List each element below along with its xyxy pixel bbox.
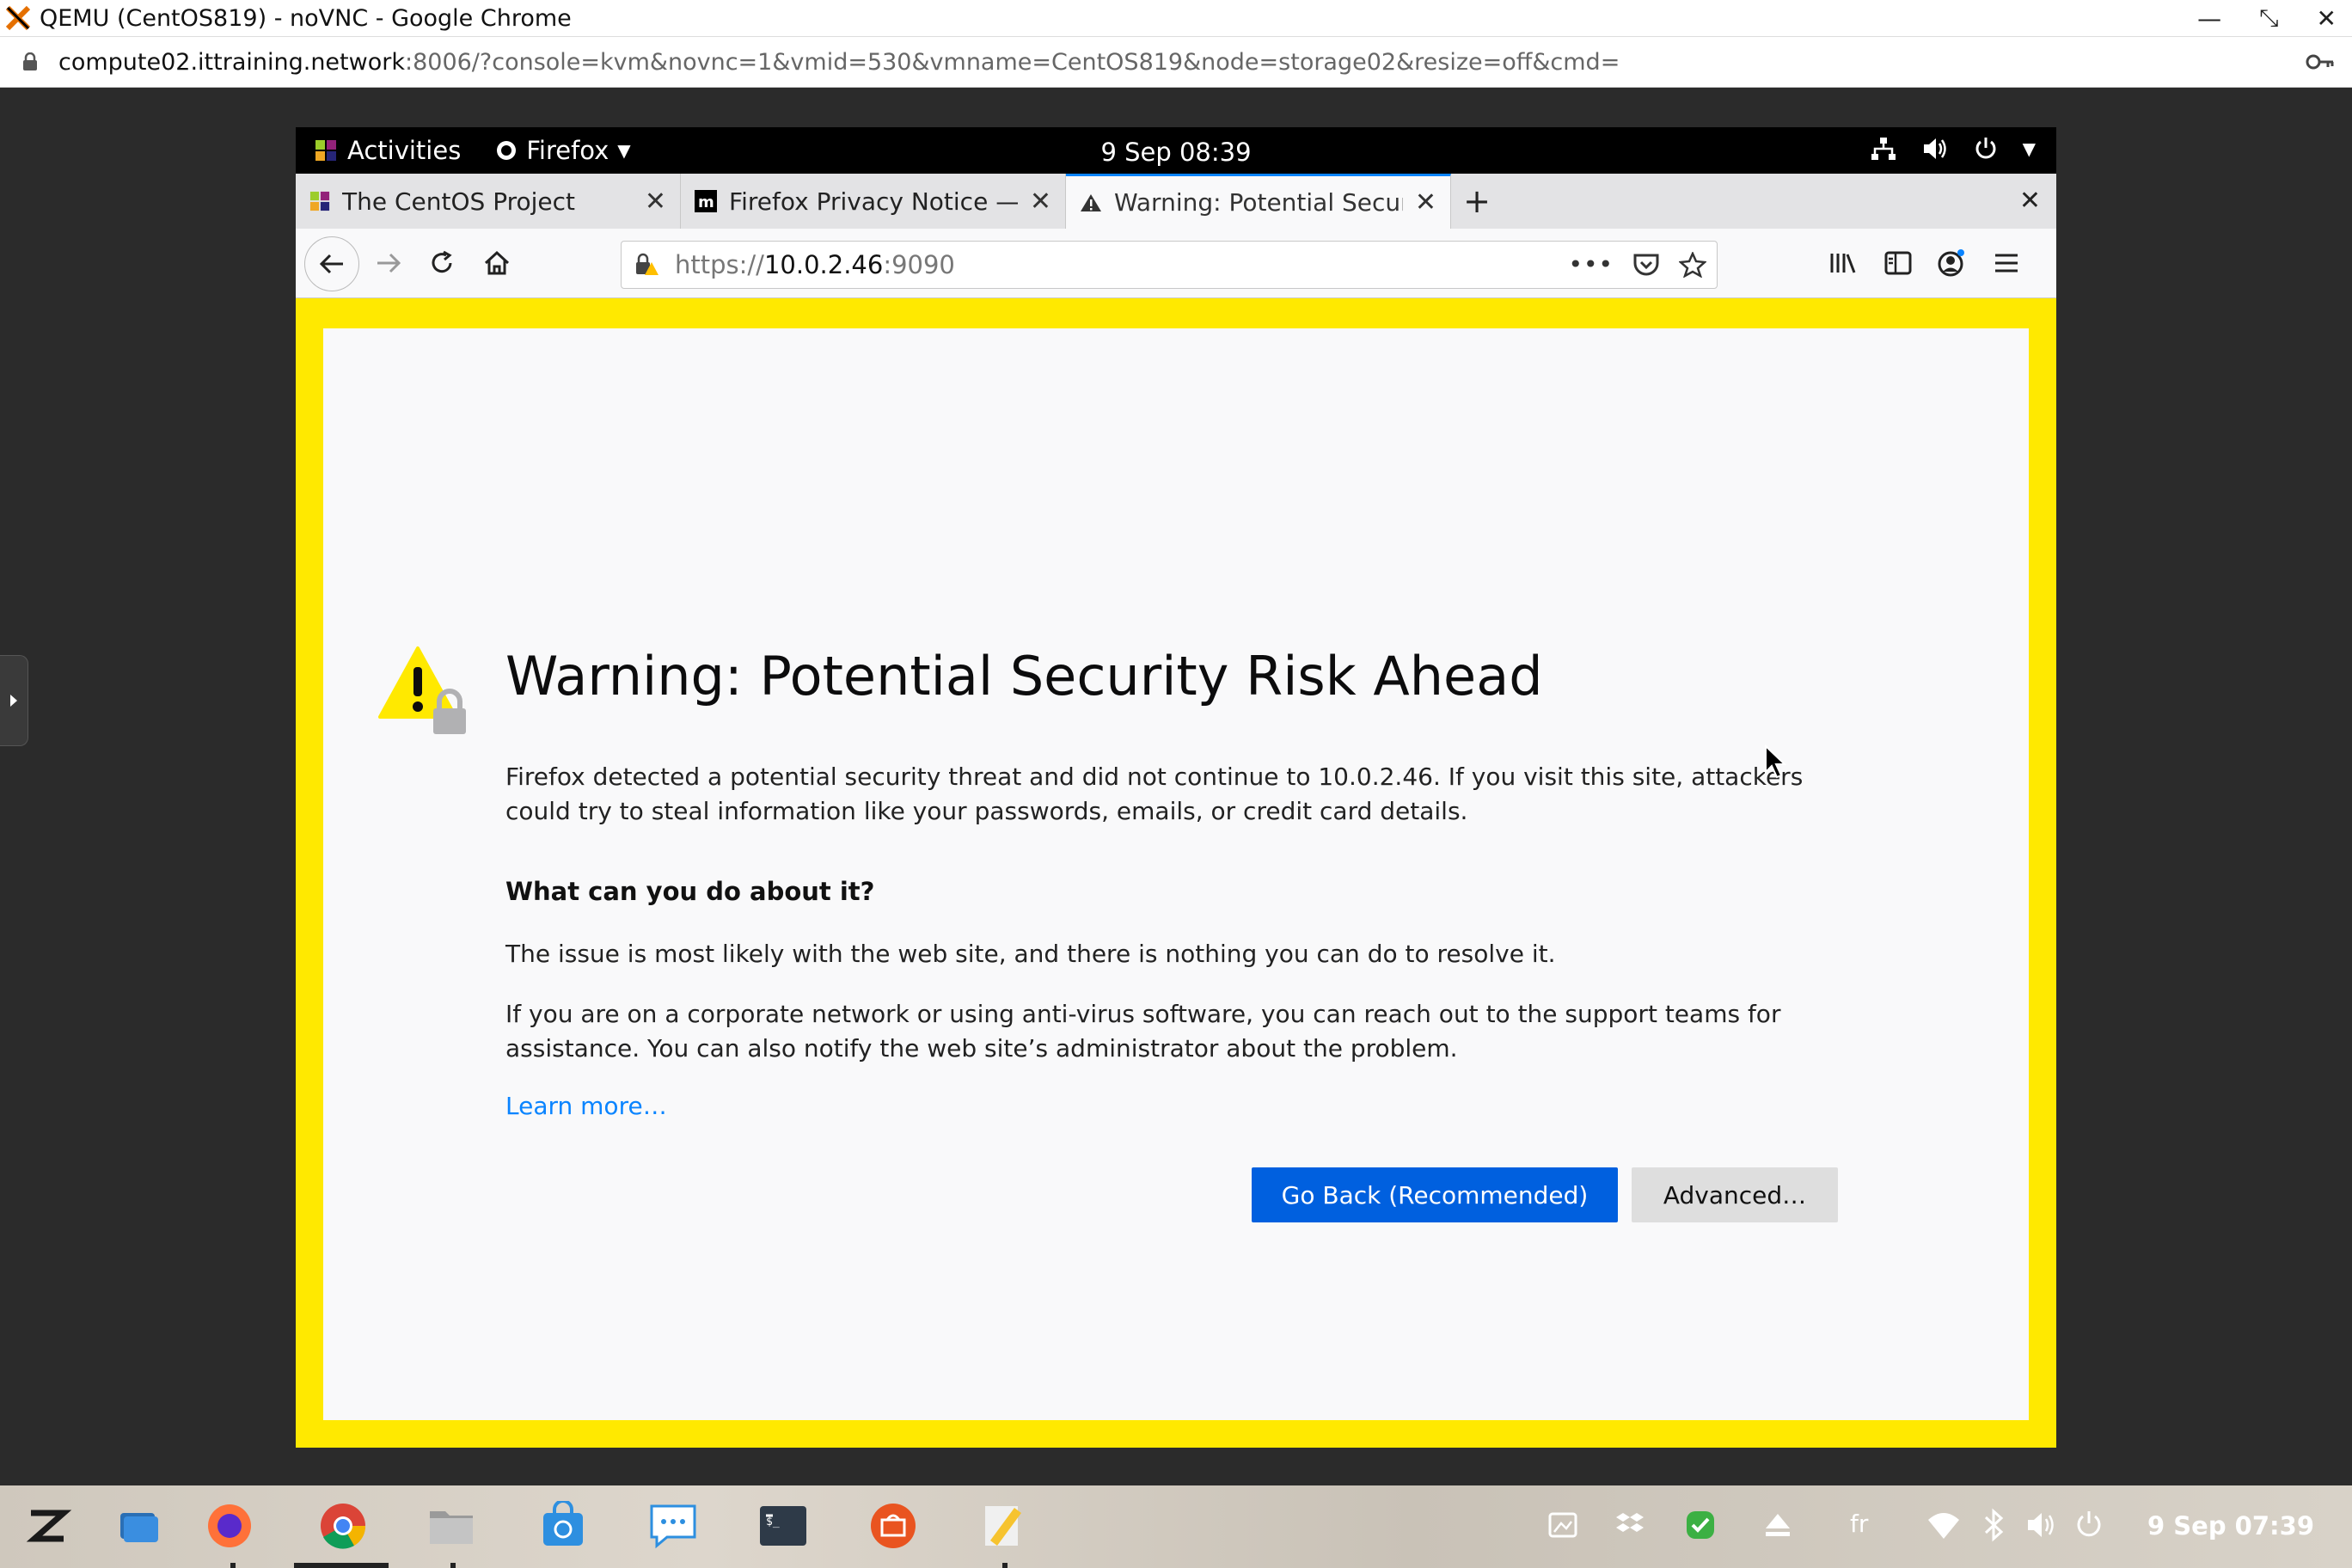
network-icon bbox=[1871, 138, 1896, 160]
mouse-cursor-icon bbox=[1765, 744, 1786, 779]
account-button[interactable] bbox=[1927, 239, 1975, 287]
software-store-icon[interactable] bbox=[538, 1501, 588, 1551]
warning-lock-icon bbox=[378, 646, 466, 734]
arrow-right-icon bbox=[377, 253, 401, 273]
snap-store-icon[interactable] bbox=[868, 1501, 918, 1551]
forward-button[interactable] bbox=[364, 239, 413, 287]
chrome-title-bar: QEMU (CentOS819) - noVNC - Google Chrome… bbox=[0, 0, 2352, 37]
taskbar-clock[interactable]: 9 Sep 07:39 bbox=[2147, 1511, 2314, 1540]
what-can-you-do-heading: What can you do about it? bbox=[505, 877, 875, 906]
window-title: QEMU (CentOS819) - noVNC - Google Chrome bbox=[40, 4, 572, 32]
error-description: Firefox detected a potential security th… bbox=[505, 763, 1804, 825]
arrow-left-icon bbox=[319, 254, 343, 274]
taskbar-volume-icon[interactable] bbox=[2025, 1510, 2058, 1540]
insecure-lock-icon[interactable] bbox=[634, 252, 659, 278]
minimize-icon[interactable]: — bbox=[2197, 4, 2221, 33]
mozilla-favicon-icon: m bbox=[695, 190, 717, 212]
new-tab-button[interactable]: + bbox=[1451, 174, 1503, 229]
advanced-button[interactable]: Advanced… bbox=[1632, 1167, 1838, 1222]
hamburger-menu-icon bbox=[1995, 254, 2018, 273]
power-icon bbox=[1975, 138, 1996, 159]
chrome-running-indicator bbox=[294, 1563, 389, 1568]
terminal-taskbar-icon[interactable]: $_ bbox=[758, 1501, 808, 1551]
chat-app-icon[interactable] bbox=[648, 1501, 698, 1551]
home-button[interactable] bbox=[473, 239, 521, 287]
text-editor-icon[interactable] bbox=[978, 1501, 1028, 1551]
firefox-close-icon[interactable]: ✕ bbox=[2019, 186, 2041, 216]
pocket-icon[interactable] bbox=[1632, 252, 1660, 278]
tab-label: Warning: Potential Securi bbox=[1114, 188, 1403, 217]
back-button[interactable] bbox=[304, 236, 359, 291]
go-back-button[interactable]: Go Back (Recommended) bbox=[1252, 1167, 1618, 1222]
sidebar-button[interactable] bbox=[1874, 239, 1922, 287]
close-icon[interactable]: ✕ bbox=[2317, 4, 2337, 33]
bluetooth-icon[interactable] bbox=[1981, 1508, 2006, 1542]
lock-icon bbox=[23, 52, 37, 70]
home-icon bbox=[484, 250, 510, 275]
issue-text: The issue is most likely with the web si… bbox=[505, 940, 1556, 968]
editor-running-indicator bbox=[1002, 1563, 1008, 1568]
eject-icon[interactable] bbox=[1762, 1510, 1793, 1540]
taskbar-power-icon[interactable] bbox=[2073, 1510, 2104, 1540]
sidebar-icon bbox=[1884, 251, 1912, 275]
chrome-url-text[interactable]: compute02.ittraining.network:8006/?conso… bbox=[58, 49, 1620, 76]
bookmark-star-icon[interactable] bbox=[1679, 251, 1706, 278]
gnome-top-bar: Activities Firefox ▼ 9 Sep 08:39 ▼ bbox=[296, 127, 2056, 174]
learn-more-link[interactable]: Learn more… bbox=[505, 1092, 667, 1120]
dropbox-icon[interactable] bbox=[1614, 1510, 1645, 1540]
vm-screen[interactable]: Activities Firefox ▼ 9 Sep 08:39 ▼ The C… bbox=[296, 127, 2056, 1448]
tab-privacy-notice[interactable]: m Firefox Privacy Notice — ✕ bbox=[681, 174, 1066, 229]
corporate-network-text: If you are on a corporate network or usi… bbox=[505, 1000, 1781, 1063]
firefox-taskbar-icon[interactable] bbox=[205, 1501, 254, 1551]
tab-close-icon[interactable]: ✕ bbox=[1415, 187, 1436, 217]
library-button[interactable] bbox=[1819, 239, 1867, 287]
tab-label: The CentOS Project bbox=[342, 187, 575, 216]
files-taskbar-icon[interactable] bbox=[426, 1501, 476, 1551]
address-bar[interactable]: https://10.0.2.46:9090 ••• bbox=[621, 241, 1718, 289]
page-actions-icon[interactable]: ••• bbox=[1568, 250, 1614, 279]
centos-favicon-icon bbox=[309, 191, 330, 211]
firefox-tab-strip: The CentOS Project ✕ m Firefox Privacy N… bbox=[296, 174, 2056, 229]
reload-icon bbox=[432, 250, 452, 273]
tab-close-icon[interactable]: ✕ bbox=[1030, 187, 1051, 217]
system-tray[interactable]: ▼ bbox=[1870, 136, 2036, 162]
warning-favicon-icon bbox=[1081, 193, 1101, 211]
svg-text:m: m bbox=[698, 193, 714, 211]
svg-text:$_: $_ bbox=[766, 1516, 780, 1528]
chrome-taskbar-icon[interactable] bbox=[318, 1501, 368, 1551]
key-icon[interactable] bbox=[2306, 49, 2335, 75]
reload-button[interactable] bbox=[418, 239, 466, 287]
restore-icon[interactable]: ⤡ bbox=[2259, 3, 2278, 33]
tab-security-warning[interactable]: Warning: Potential Securi ✕ bbox=[1066, 174, 1451, 229]
gnome-clock[interactable]: 9 Sep 08:39 bbox=[296, 138, 2056, 167]
page-title: Warning: Potential Security Risk Ahead bbox=[505, 645, 1543, 707]
chrome-url-bar[interactable]: compute02.ittraining.network:8006/?conso… bbox=[0, 37, 2352, 88]
tab-label: Firefox Privacy Notice — bbox=[729, 187, 1018, 216]
novnc-control-bar-handle[interactable] bbox=[0, 655, 28, 746]
screenshot-icon[interactable] bbox=[1547, 1510, 1578, 1540]
security-check-icon[interactable] bbox=[1685, 1510, 1716, 1540]
address-bar-text[interactable]: https://10.0.2.46:9090 bbox=[675, 250, 955, 279]
caret-down-icon: ▼ bbox=[2022, 138, 2036, 159]
host-taskbar: $_ fr 9 Sep 07:39 bbox=[0, 1485, 2352, 1568]
tab-close-icon[interactable]: ✕ bbox=[645, 187, 666, 217]
volume-icon bbox=[1923, 138, 1946, 159]
workspaces-icon[interactable] bbox=[113, 1501, 163, 1551]
plus-icon: + bbox=[1463, 182, 1491, 220]
zorin-menu-icon[interactable] bbox=[22, 1501, 72, 1551]
firefox-nav-bar: https://10.0.2.46:9090 ••• bbox=[296, 229, 2056, 298]
proxmox-icon bbox=[0, 0, 36, 36]
tab-centos-project[interactable]: The CentOS Project ✕ bbox=[296, 174, 681, 229]
error-page: Warning: Potential Security Risk Ahead F… bbox=[323, 328, 2029, 1420]
files-running-indicator bbox=[450, 1563, 456, 1568]
wifi-icon[interactable] bbox=[1927, 1511, 1960, 1540]
menu-button[interactable] bbox=[1982, 239, 2030, 287]
account-icon bbox=[1938, 249, 1964, 277]
keyboard-layout-indicator[interactable]: fr bbox=[1850, 1510, 1868, 1538]
library-icon bbox=[1830, 254, 1856, 273]
chevron-right-icon bbox=[10, 695, 17, 707]
firefox-running-indicator bbox=[230, 1563, 236, 1568]
